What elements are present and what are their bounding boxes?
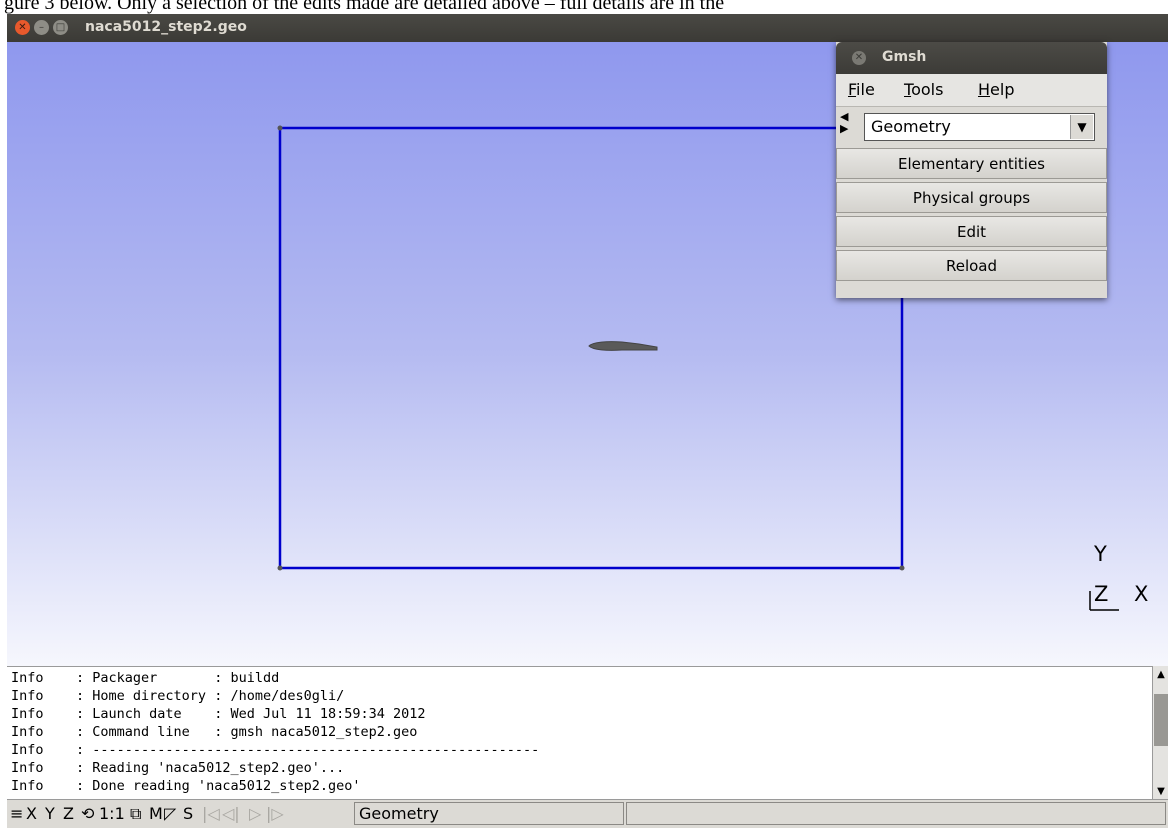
chevron-down-icon[interactable]: ▼ — [1070, 115, 1093, 139]
scroll-up-icon[interactable]: ▲ — [1153, 666, 1168, 682]
edit-button[interactable]: Edit — [836, 216, 1107, 247]
console-line: Info : Home directory : /home/des0gli/ — [11, 688, 345, 704]
console-line: Info : Reading 'naca5012_step2.geo'... — [11, 760, 345, 776]
play-icon[interactable]: ▷ — [249, 804, 261, 823]
prev-step-icon[interactable]: ◁| — [222, 804, 240, 823]
axis-y-label: Y — [1094, 542, 1107, 566]
elementary-entities-button[interactable]: Elementary entities — [836, 148, 1107, 179]
menu-file-rest: ile — [856, 80, 875, 99]
module-select-value: Geometry — [871, 117, 951, 136]
menu-toggle-icon[interactable]: ≡ — [10, 804, 23, 823]
menu-file[interactable]: File — [848, 80, 875, 99]
view-x-button[interactable]: X — [26, 804, 37, 823]
module-arrows[interactable]: ◀ ▶ — [840, 111, 860, 143]
perspective-cube-icon[interactable]: ⧉ — [130, 804, 141, 824]
window-close-icon[interactable]: ✕ — [15, 20, 30, 35]
window-minimize-icon[interactable]: – — [34, 20, 49, 35]
rotate-icon[interactable]: ⟲ — [81, 804, 94, 823]
message-console[interactable]: Info : Packager : buildd Info : Home dir… — [7, 666, 1152, 800]
menu-tools-mnemonic: T — [904, 80, 912, 99]
document-caption: gure 3 below. Only a selection of the ed… — [0, 0, 1168, 14]
gmsh-control-window: ✕ Gmsh File Tools Help ◀ ▶ Geometry ▼ Ele… — [836, 42, 1107, 298]
document-caption-text: gure 3 below. Only a selection of the ed… — [4, 0, 725, 14]
menu-tools[interactable]: Tools — [904, 80, 943, 99]
console-line: Info : Launch date : Wed Jul 11 18:59:34… — [11, 706, 426, 722]
select-arrow-icon[interactable]: ◸ — [164, 804, 176, 823]
corner-point — [277, 565, 283, 571]
axis-x-label: X — [1134, 582, 1149, 606]
view-y-button[interactable]: Y — [45, 804, 55, 823]
gmsh-title: Gmsh — [882, 49, 927, 65]
physical-groups-button[interactable]: Physical groups — [836, 182, 1107, 213]
reload-button[interactable]: Reload — [836, 250, 1107, 281]
gmsh-close-icon[interactable]: ✕ — [852, 51, 866, 65]
mesh-button[interactable]: M — [149, 804, 163, 823]
window-maximize-icon[interactable]: □ — [53, 20, 68, 35]
console-line: Info : Command line : gmsh naca5012_step… — [11, 724, 418, 740]
snap-button[interactable]: S — [183, 804, 193, 823]
console-scrollbar[interactable]: ▲ ▼ — [1152, 666, 1168, 799]
console-line: Info : Packager : buildd — [11, 670, 280, 686]
axis-z-label: Z — [1094, 582, 1109, 606]
menu-tools-rest: ools — [911, 80, 944, 99]
menu-help[interactable]: Help — [978, 80, 1014, 99]
window-title: naca5012_step2.geo — [85, 19, 247, 35]
airfoil-shape — [588, 341, 658, 351]
window-titlebar[interactable]: ✕ – □ naca5012_step2.geo — [7, 14, 1168, 42]
gmsh-menubar: File Tools Help — [836, 74, 1107, 107]
gmsh-titlebar[interactable]: ✕ Gmsh — [836, 42, 1107, 74]
scroll-down-icon[interactable]: ▼ — [1153, 783, 1168, 799]
module-next-icon[interactable]: ▶ — [840, 123, 860, 135]
module-select[interactable]: Geometry ▼ — [864, 113, 1095, 141]
scale-1-1-button[interactable]: 1:1 — [99, 804, 125, 823]
console-line: Info : ---------------------------------… — [11, 742, 540, 758]
corner-point — [277, 125, 283, 131]
corner-point — [899, 565, 905, 571]
status-message: Geometry — [359, 804, 439, 823]
view-z-button[interactable]: Z — [63, 804, 74, 823]
console-line: Info : Done reading 'naca5012_step2.geo' — [11, 778, 361, 794]
next-step-icon[interactable]: |▷ — [266, 804, 284, 823]
menu-file-mnemonic: F — [848, 80, 857, 99]
menu-help-mnemonic: H — [978, 80, 991, 99]
status-progress-field — [626, 802, 1166, 825]
menu-help-rest: elp — [990, 80, 1015, 99]
first-step-icon[interactable]: |◁ — [202, 804, 220, 823]
status-message-field: Geometry — [354, 802, 624, 825]
module-selector-row: ◀ ▶ Geometry ▼ — [836, 107, 1107, 147]
scroll-thumb[interactable] — [1154, 694, 1168, 746]
status-bar: ≡ X Y Z ⟲ 1:1 ⧉ M ◸ S |◁ ◁| ▷ |▷ Geometr… — [7, 799, 1168, 828]
